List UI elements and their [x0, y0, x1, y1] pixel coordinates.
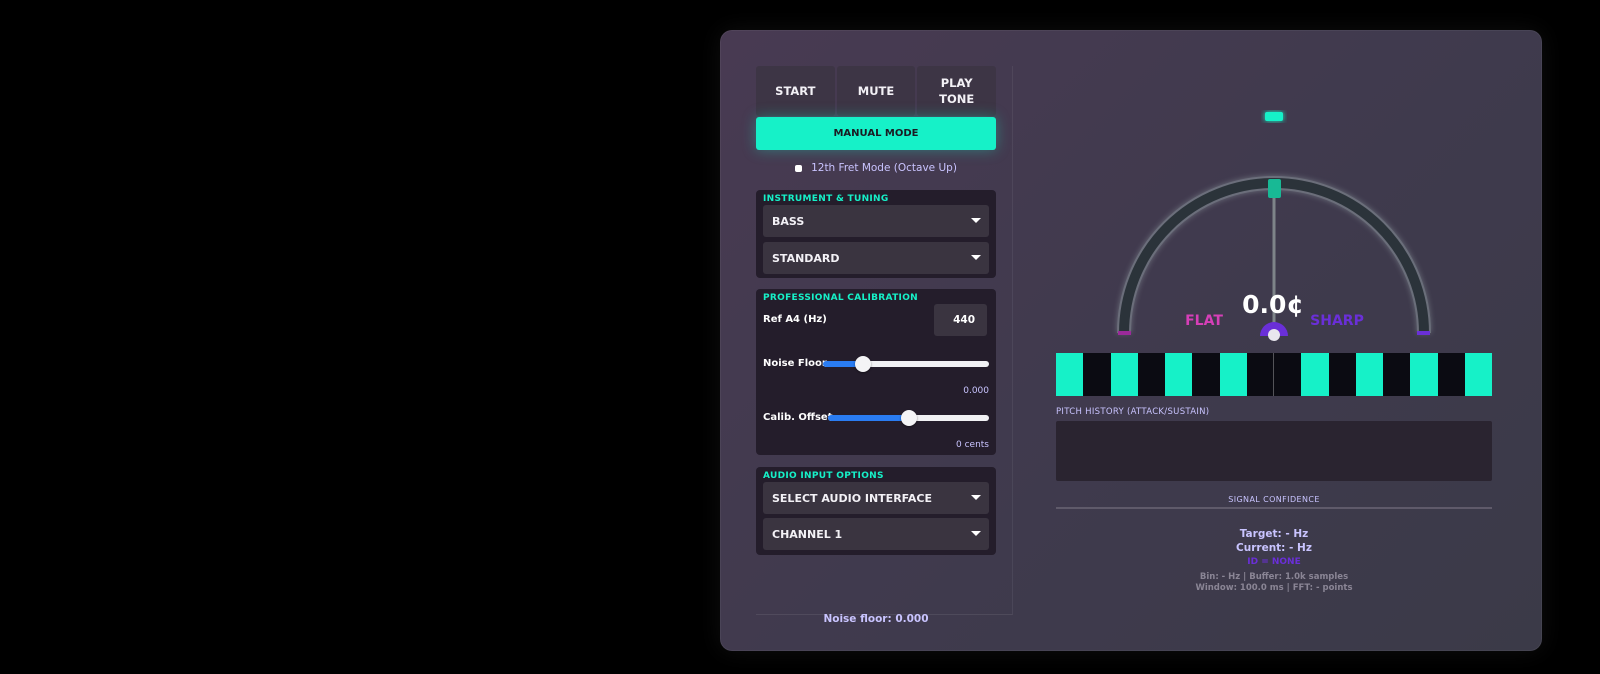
cents-readout: 0.0¢ — [1242, 290, 1304, 319]
ref-a4-input[interactable]: 440 — [934, 304, 987, 336]
audio-interface-select[interactable]: SELECT AUDIO INTERFACE — [763, 482, 989, 514]
strip-segment — [1110, 353, 1138, 396]
strip-segment — [1274, 353, 1302, 396]
ref-a4-label: Ref A4 (Hz) — [763, 314, 827, 325]
channel-select-value: CHANNEL 1 — [772, 527, 843, 541]
tuning-strip — [1056, 353, 1492, 396]
audio-input-section-title: AUDIO INPUT OPTIONS — [763, 471, 884, 481]
signal-confidence-label: SIGNAL CONFIDENCE — [1228, 495, 1320, 504]
pitch-history-graph — [1056, 421, 1492, 481]
chevron-down-icon — [971, 495, 981, 500]
strip-segment — [1083, 353, 1111, 396]
current-readout: Current: - Hz — [1236, 542, 1312, 554]
manual-mode-button[interactable]: MANUAL MODE — [756, 117, 996, 150]
sharp-label: SHARP — [1310, 313, 1364, 329]
analysis-details-2: Window: 100.0 ms | FFT: - points — [1195, 583, 1353, 593]
flat-end-mark — [1118, 331, 1131, 335]
fret-mode-option[interactable]: 12th Fret Mode (Octave Up) — [756, 158, 996, 178]
noise-floor-status: Noise floor: 0.000 — [823, 613, 929, 625]
channel-select[interactable]: CHANNEL 1 — [763, 518, 989, 550]
noise-floor-slider[interactable] — [823, 356, 989, 372]
pitch-history-label: PITCH HISTORY (ATTACK/SUSTAIN) — [1056, 407, 1210, 417]
target-readout: Target: - Hz — [1239, 528, 1309, 540]
calibration-section: PROFESSIONAL CALIBRATION Ref A4 (Hz) 440… — [756, 289, 996, 455]
fret-mode-checkbox[interactable] — [795, 164, 803, 172]
mute-button[interactable]: MUTE — [836, 66, 916, 116]
meter-column: FLAT SHARP 0.0¢ PITCH HISTORY (ATTACK/SU… — [1056, 30, 1506, 651]
strip-segment — [1383, 353, 1411, 396]
strip-segment — [1464, 353, 1492, 396]
instrument-select[interactable]: BASS — [763, 205, 989, 237]
noise-floor-value: 0.000 — [963, 386, 989, 396]
noise-floor-label: Noise Floor — [763, 358, 827, 369]
control-column: START MUTE PLAY TONE MANUAL MODE 12th Fr… — [756, 66, 1013, 625]
in-tune-indicator — [1265, 112, 1283, 121]
sharp-end-mark — [1417, 331, 1430, 335]
play-tone-button[interactable]: PLAY TONE — [917, 66, 997, 116]
strip-segment — [1056, 353, 1084, 396]
instrument-section: INSTRUMENT & TUNING BASS STANDARD — [756, 190, 996, 278]
instrument-select-value: BASS — [772, 214, 805, 228]
noise-floor-slider-thumb[interactable] — [854, 356, 871, 372]
strip-segment — [1355, 353, 1383, 396]
gauge-center-mark — [1268, 179, 1281, 198]
start-button[interactable]: START — [756, 66, 835, 116]
chevron-down-icon — [971, 255, 981, 260]
fret-mode-label: 12th Fret Mode (Octave Up) — [811, 162, 957, 174]
audio-input-section: AUDIO INPUT OPTIONS SELECT AUDIO INTERFA… — [756, 467, 996, 555]
strip-segment — [1246, 353, 1274, 396]
calib-offset-slider[interactable] — [828, 410, 989, 426]
strip-segment — [1165, 353, 1193, 396]
strip-segment — [1192, 353, 1220, 396]
calib-offset-value: 0 cents — [956, 440, 989, 450]
instrument-section-title: INSTRUMENT & TUNING — [763, 194, 889, 204]
analysis-details-1: Bin: - Hz | Buffer: 1.0k samples — [1199, 572, 1349, 582]
flat-label: FLAT — [1185, 313, 1223, 329]
signal-confidence-bar — [1056, 507, 1492, 509]
needle-pivot-cap — [1268, 329, 1280, 341]
strip-segment — [1137, 353, 1165, 396]
chevron-down-icon — [971, 531, 981, 536]
tuner-gauge: FLAT SHARP 0.0¢ — [1117, 112, 1431, 341]
calib-offset-slider-fill — [828, 415, 909, 421]
strip-center-marker — [1273, 353, 1274, 396]
detection-status: ID = NONE — [1247, 557, 1301, 567]
strip-segment — [1328, 353, 1356, 396]
strip-segment — [1301, 353, 1329, 396]
calib-offset-label: Calib. Offset — [763, 412, 833, 423]
strip-segment — [1437, 353, 1465, 396]
tuner-panel: START MUTE PLAY TONE MANUAL MODE 12th Fr… — [720, 30, 1542, 651]
calib-offset-slider-thumb[interactable] — [900, 410, 917, 426]
transport-buttons: START MUTE PLAY TONE — [756, 66, 997, 116]
strip-segment — [1410, 353, 1438, 396]
calibration-section-title: PROFESSIONAL CALIBRATION — [763, 293, 918, 303]
chevron-down-icon — [971, 218, 981, 223]
tuning-select[interactable]: STANDARD — [763, 242, 989, 274]
tuning-select-value: STANDARD — [772, 251, 840, 265]
audio-interface-select-value: SELECT AUDIO INTERFACE — [772, 491, 933, 505]
strip-segment — [1219, 353, 1247, 396]
